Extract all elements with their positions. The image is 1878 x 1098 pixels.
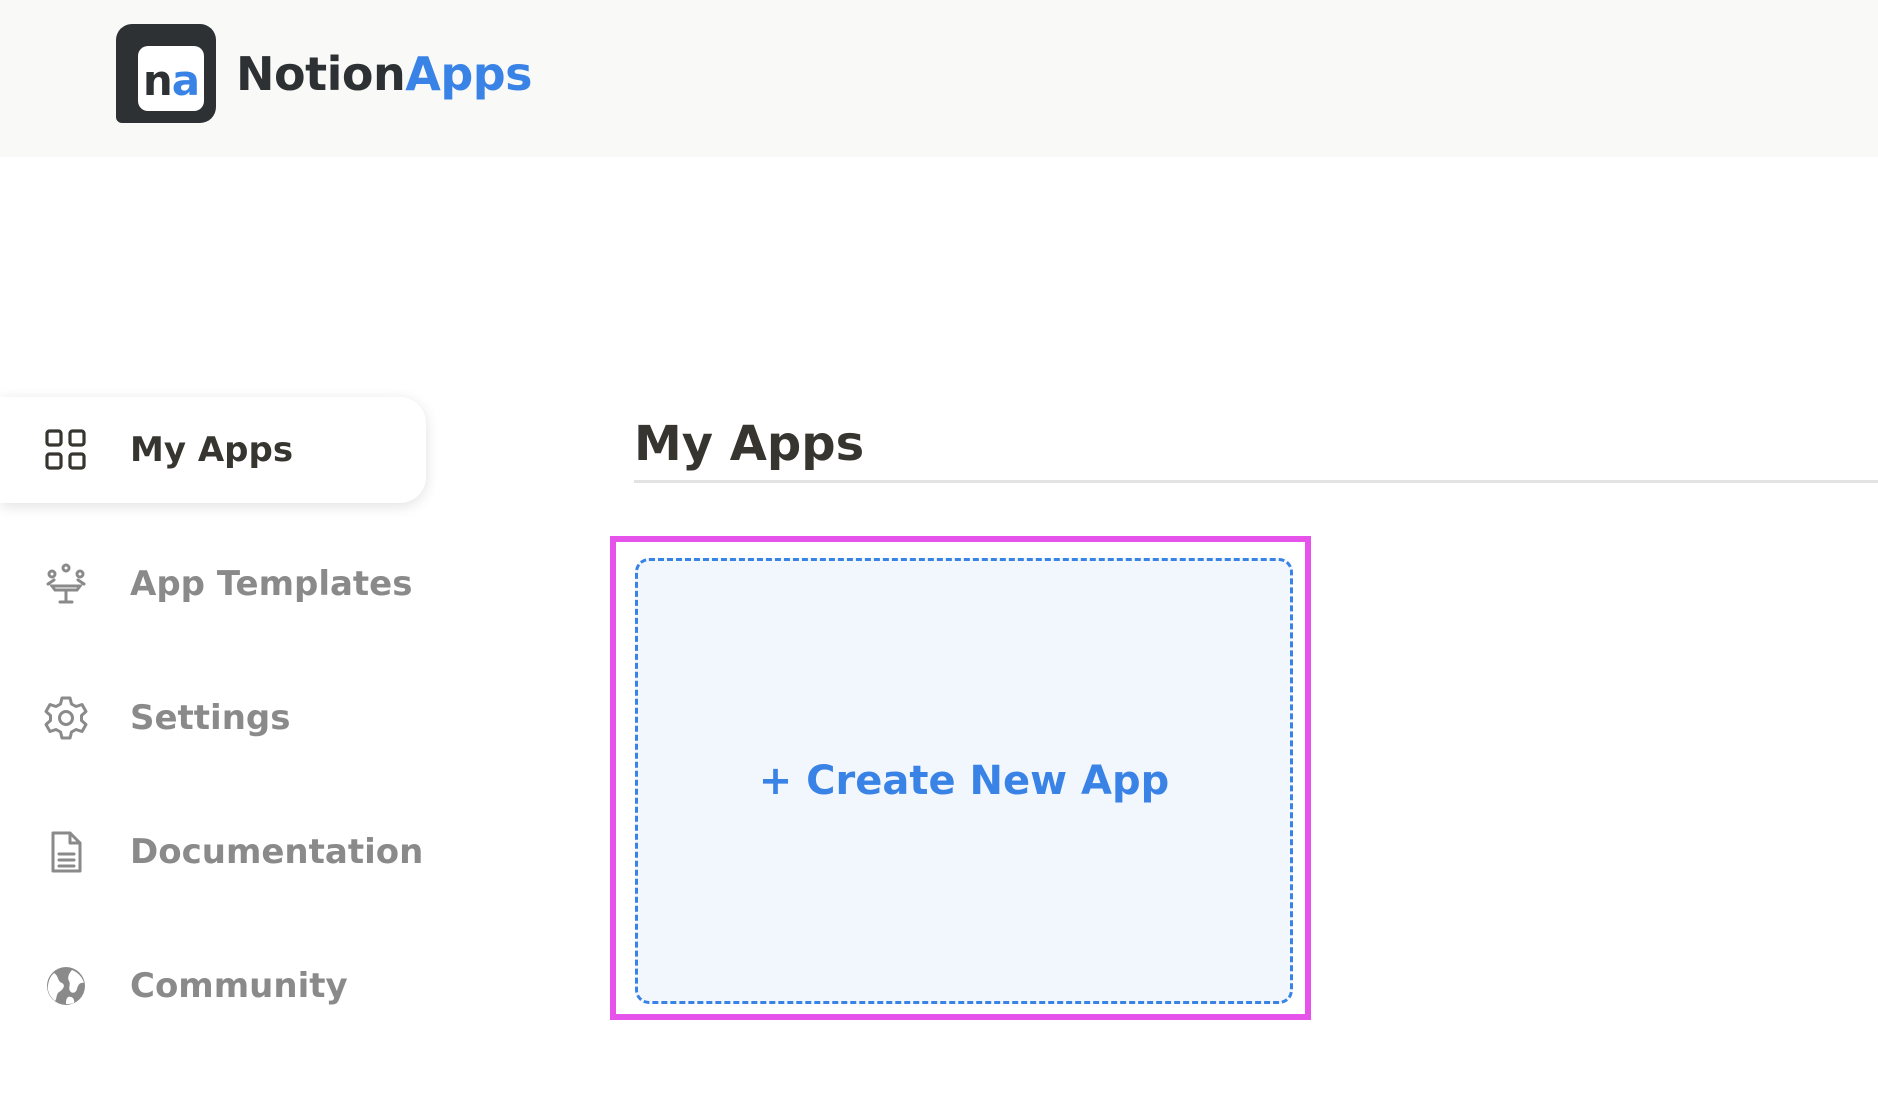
sidebar-item-label: Community	[130, 966, 348, 1006]
sidebar-item-settings[interactable]: Settings	[0, 665, 430, 771]
create-new-app-button[interactable]: + Create New App	[635, 558, 1293, 1004]
document-icon	[42, 828, 90, 876]
sidebar-item-community[interactable]: Community	[0, 933, 430, 1039]
create-new-app-label: + Create New App	[758, 758, 1170, 804]
top-header: na NotionApps	[0, 0, 1878, 157]
logo-mark[interactable]: na	[116, 24, 216, 123]
sidebar-item-app-templates[interactable]: App Templates	[0, 531, 430, 637]
page-title: My Apps	[634, 416, 865, 473]
brand-accent: Apps	[405, 47, 533, 101]
sidebar-item-label: My Apps	[130, 430, 294, 470]
sidebar-item-label: App Templates	[130, 564, 413, 604]
sidebar-item-label: Settings	[130, 698, 291, 738]
templates-icon	[42, 560, 90, 608]
sidebar-item-my-apps[interactable]: My Apps	[0, 397, 426, 503]
brand-wordmark[interactable]: NotionApps	[236, 46, 533, 102]
grid-icon	[42, 426, 90, 474]
sidebar-nav: My Apps App Templates Settings Documenta…	[0, 397, 430, 1067]
sidebar-item-label: Documentation	[130, 832, 424, 872]
gear-icon	[42, 694, 90, 742]
logo-letter-a: a	[171, 55, 200, 105]
title-divider	[634, 480, 1878, 483]
logo-letter-n: n	[142, 55, 173, 105]
brand-primary: Notion	[236, 47, 406, 101]
logo-inner: na	[138, 46, 204, 111]
sidebar-item-documentation[interactable]: Documentation	[0, 799, 430, 905]
globe-icon	[42, 962, 90, 1010]
